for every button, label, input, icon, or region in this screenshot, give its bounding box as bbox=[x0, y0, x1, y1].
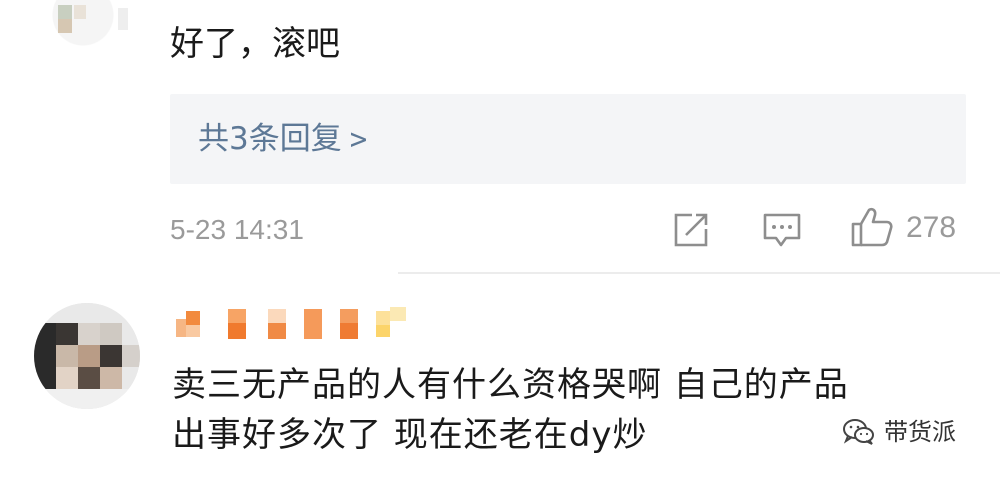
view-replies-label: 共3条回复 bbox=[198, 121, 342, 157]
share-icon[interactable] bbox=[672, 212, 710, 248]
wechat-icon bbox=[843, 419, 874, 445]
chevron-right-icon: > bbox=[349, 122, 368, 156]
avatar[interactable] bbox=[28, 0, 138, 50]
username[interactable] bbox=[176, 305, 416, 341]
view-replies-link[interactable]: 共3条回复 > bbox=[198, 117, 367, 161]
comment-text: 好了，滚吧 bbox=[170, 24, 340, 64]
comment-text-line: 卖三无产品的人有什么资格哭啊 自己的产品 bbox=[172, 365, 849, 405]
watermark: 带货派 bbox=[842, 415, 956, 449]
replies-box[interactable]: 共3条回复 > bbox=[170, 94, 966, 184]
divider bbox=[398, 272, 1000, 274]
comment-icon[interactable] bbox=[762, 212, 802, 248]
like-count: 278 bbox=[906, 211, 957, 244]
avatar[interactable] bbox=[34, 303, 140, 409]
like-icon[interactable] bbox=[850, 206, 894, 248]
comment-timestamp: 5-23 14:31 bbox=[170, 214, 304, 245]
watermark-text: 带货派 bbox=[884, 418, 956, 446]
